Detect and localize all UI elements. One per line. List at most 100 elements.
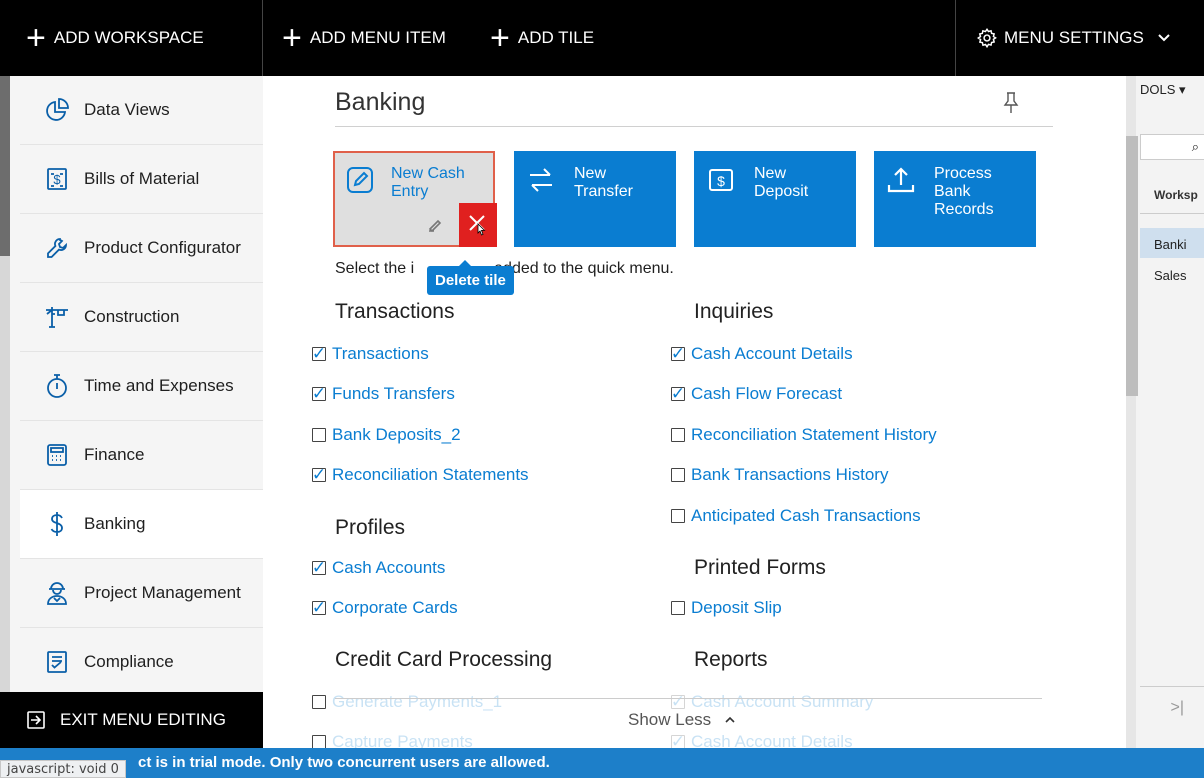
sidebar-item-label: Bills of Material [84, 169, 200, 188]
menu-item-cash-flow-forecast[interactable]: ✓ Cash Flow Forecast [671, 384, 842, 404]
checkbox-checked[interactable]: ✓ [671, 732, 685, 748]
checkbox-unchecked[interactable] [671, 601, 685, 615]
dollar-box-icon: $ [706, 165, 736, 200]
workspace-sidebar: Data Views $ Bills of Material Product C… [0, 76, 270, 748]
sidebar-item-compliance[interactable]: Compliance [20, 628, 263, 697]
section-title-printed-forms: Printed Forms [694, 556, 826, 579]
plus-icon: + [26, 19, 46, 57]
chevron-down-icon [1158, 34, 1170, 42]
upload-icon [886, 165, 916, 200]
menu-item-corporate-cards[interactable]: ✓ Corporate Cards [312, 598, 458, 618]
section-title-credit-card-processing: Credit Card Processing [335, 648, 553, 671]
toolbar-divider [955, 0, 956, 76]
section-title-reports: Reports [694, 648, 768, 671]
tile-process-bank-records[interactable]: Process Bank Records [874, 151, 1036, 247]
sidebar-item-bills-of-material[interactable]: $ Bills of Material [20, 145, 263, 214]
exit-menu-editing-button[interactable]: EXIT MENU EDITING [0, 692, 263, 748]
exit-menu-editing-label: EXIT MENU EDITING [60, 710, 226, 729]
trial-mode-banner: ct is in trial mode. Only two concurrent… [0, 748, 1204, 778]
add-menu-item-button[interactable]: + ADD MENU ITEM [282, 0, 446, 76]
checkbox-checked[interactable]: ✓ [312, 598, 326, 617]
section-title-inquiries: Inquiries [694, 300, 774, 323]
page-title: Banking [335, 88, 426, 116]
sidebar-item-product-configurator[interactable]: Product Configurator [20, 214, 263, 283]
menu-editor-panel: Banking New Cash Entry New Transfer $ Ne… [263, 76, 1126, 748]
wrench-icon [40, 236, 74, 260]
checkbox-checked[interactable]: ✓ [671, 384, 685, 403]
last-page-icon[interactable]: >| [1171, 699, 1185, 717]
menu-settings-button[interactable]: MENU SETTINGS [976, 0, 1178, 76]
background-column-header: Worksp [1140, 176, 1204, 214]
checkbox-checked[interactable]: ✓ [312, 558, 326, 577]
background-search-box[interactable]: ⌕ [1140, 134, 1204, 160]
menu-item-transactions[interactable]: ✓ Transactions [312, 344, 429, 364]
delete-tile-button[interactable] [459, 203, 497, 247]
tile-label: New Cash Entry [391, 165, 465, 200]
menu-item-generate-payments[interactable]: Generate Payments_1 [312, 692, 502, 712]
dollar-icon [40, 511, 74, 537]
menu-item-cash-accounts[interactable]: ✓ Cash Accounts [312, 558, 446, 578]
tile-new-cash-entry[interactable]: New Cash Entry [333, 151, 497, 247]
menu-item-reconciliation-statement-history[interactable]: Reconciliation Statement History [671, 425, 937, 445]
sidebar-item-construction[interactable]: Construction [20, 283, 263, 352]
svg-text:$: $ [717, 173, 725, 189]
main-scrollbar-thumb[interactable] [1126, 136, 1138, 396]
sidebar-item-time-and-expenses[interactable]: Time and Expenses [20, 352, 263, 421]
worker-icon [40, 580, 74, 606]
tile-label: New Transfer [574, 165, 633, 200]
plus-icon: + [490, 19, 510, 57]
tile-new-transfer[interactable]: New Transfer [514, 151, 676, 247]
sidebar-item-label: Project Management [84, 583, 241, 602]
checkbox-checked[interactable]: ✓ [312, 465, 326, 484]
menu-item-funds-transfers[interactable]: ✓ Funds Transfers [312, 384, 455, 404]
checkbox-checked[interactable]: ✓ [312, 384, 326, 403]
plus-icon: + [282, 19, 302, 57]
background-row[interactable]: Banki [1140, 228, 1204, 258]
sidebar-scrollbar-thumb[interactable] [0, 76, 10, 256]
sidebar-item-finance[interactable]: Finance [20, 421, 263, 490]
menu-item-cash-account-summary[interactable]: ✓ Cash Account Summary [671, 692, 873, 712]
background-tools-menu[interactable]: DOLS ▾ [1140, 82, 1186, 98]
search-icon: ⌕ [1191, 139, 1199, 154]
section-title-transactions: Transactions [335, 300, 455, 323]
background-pager: >| [1140, 686, 1204, 726]
gear-icon [976, 27, 997, 49]
menu-item-capture-payments[interactable]: Capture Payments [312, 732, 473, 748]
tile-new-deposit[interactable]: $ New Deposit [694, 151, 856, 247]
show-less-button[interactable]: Show Less [628, 710, 736, 730]
trial-mode-message: ct is in trial mode. Only two concurrent… [138, 754, 550, 771]
add-workspace-label: ADD WORKSPACE [53, 28, 204, 47]
menu-item-cash-account-details-report[interactable]: ✓ Cash Account Details [671, 732, 853, 748]
checkbox-unchecked[interactable] [312, 428, 326, 442]
menu-item-reconciliation-statements[interactable]: ✓ Reconciliation Statements [312, 465, 529, 485]
title-divider [335, 126, 1053, 127]
checkbox-checked[interactable]: ✓ [312, 344, 326, 363]
sidebar-item-project-management[interactable]: Project Management [20, 559, 263, 628]
checkbox-unchecked[interactable] [312, 695, 326, 709]
checkbox-unchecked[interactable] [312, 735, 326, 748]
pin-icon[interactable] [1003, 92, 1019, 119]
menu-item-cash-account-details[interactable]: ✓ Cash Account Details [671, 344, 853, 364]
menu-item-bank-transactions-history[interactable]: Bank Transactions History [671, 465, 888, 485]
checkbox-unchecked[interactable] [671, 428, 685, 442]
edit-pencil-icon[interactable] [427, 217, 443, 238]
add-tile-button[interactable]: + ADD TILE [490, 0, 594, 76]
menu-settings-label: MENU SETTINGS [1004, 28, 1144, 47]
sidebar-item-label: Product Configurator [84, 238, 241, 257]
checkbox-unchecked[interactable] [671, 509, 685, 523]
background-row[interactable]: Sales [1140, 260, 1204, 290]
sidebar-item-data-views[interactable]: Data Views [20, 76, 263, 145]
checkbox-checked[interactable]: ✓ [671, 344, 685, 363]
chevron-up-icon [725, 716, 735, 723]
exit-icon [27, 711, 45, 729]
menu-item-deposit-slip[interactable]: Deposit Slip [671, 598, 782, 618]
calculator-icon [40, 443, 74, 467]
sidebar-item-label: Time and Expenses [84, 376, 234, 395]
menu-item-anticipated-cash-transactions[interactable]: Anticipated Cash Transactions [671, 506, 921, 526]
crane-icon [40, 305, 74, 329]
sidebar-item-banking[interactable]: Banking [20, 490, 270, 559]
checkbox-unchecked[interactable] [671, 468, 685, 482]
add-workspace-button[interactable]: + ADD WORKSPACE [26, 0, 204, 76]
menu-item-bank-deposits[interactable]: Bank Deposits_2 [312, 425, 461, 445]
top-toolbar: + ADD WORKSPACE + ADD MENU ITEM + ADD TI… [0, 0, 1204, 76]
